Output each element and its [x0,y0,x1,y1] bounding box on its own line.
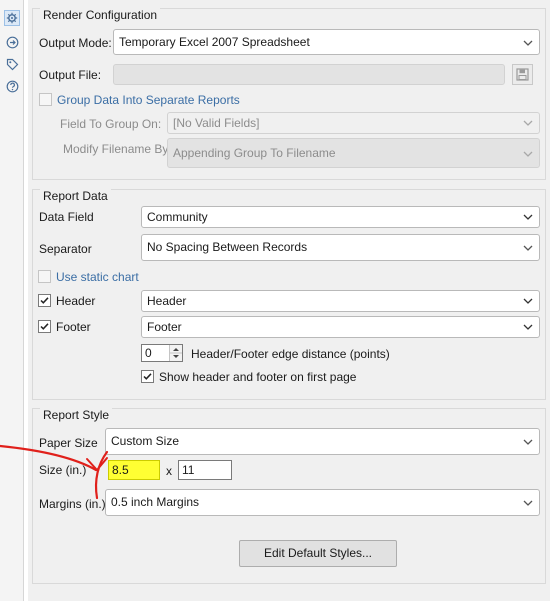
annotation-arrow-icon [0,444,109,500]
